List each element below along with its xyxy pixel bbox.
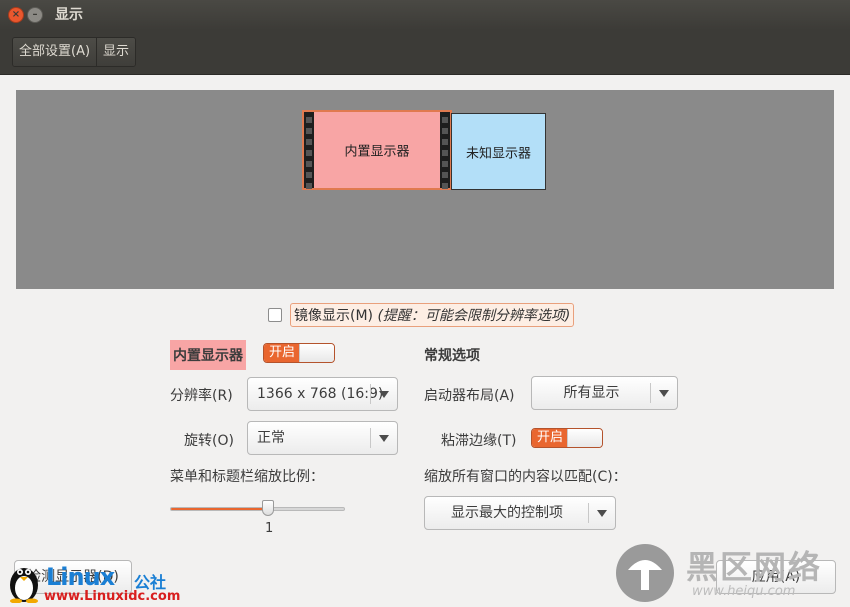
sticky-edges-toggle[interactable]: 开启	[531, 428, 603, 448]
penguin-icon	[10, 568, 38, 603]
builtin-display-toggle[interactable]: 开启	[263, 343, 335, 363]
minimize-icon: –	[32, 9, 38, 20]
minimize-button[interactable]: –	[27, 7, 43, 23]
toggle-knob	[299, 344, 334, 362]
rotation-value: 正常	[257, 430, 285, 446]
mirror-display-checkbox[interactable]	[268, 308, 282, 322]
rotation-dropdown[interactable]: 正常	[247, 421, 398, 455]
unknown-monitor-tile[interactable]: 未知显示器	[451, 113, 546, 190]
mirror-hint: (提醒：可能会限制分辨率选项)	[377, 308, 571, 324]
launcher-placement-value: 所有显示	[563, 385, 620, 401]
scale-all-windows-label: 缩放所有窗口的内容以匹配(C)：	[424, 469, 627, 485]
close-icon: ×	[11, 9, 21, 20]
scale-label: 菜单和标题栏缩放比例：	[170, 469, 324, 485]
builtin-monitor-tile[interactable]: 内置显示器	[302, 110, 452, 190]
builtin-monitor-label: 内置显示器	[344, 144, 410, 160]
resolution-label: 分辨率(R)	[170, 388, 233, 404]
breadcrumb: 全部设置(A) 显示	[12, 37, 137, 67]
rotation-label: 旋转(O)	[184, 433, 234, 449]
unknown-monitor-label: 未知显示器	[465, 146, 531, 161]
sticky-edges-label: 粘滞边缘(T)	[441, 433, 517, 449]
toolbar: 全部设置(A) 显示	[0, 30, 850, 75]
resolution-dropdown[interactable]: 1366 x 768 (16:9)	[247, 377, 398, 411]
mushroom-logo-icon	[616, 544, 674, 602]
builtin-section-title: 内置显示器	[170, 340, 246, 370]
all-settings-button[interactable]: 全部设置(A)	[13, 38, 97, 66]
toggle-knob	[567, 429, 602, 447]
scale-all-windows-dropdown[interactable]: 显示最大的控制项	[424, 496, 616, 530]
scale-all-windows-value: 显示最大的控制项	[451, 505, 563, 521]
launcher-placement-dropdown[interactable]: 所有显示	[531, 376, 678, 410]
watermark-title: Linux	[46, 563, 115, 591]
watermark-heiqu-url: www.heiqu.com	[692, 584, 796, 599]
linuxidc-watermark: Linux 公社 www.Linuxidc.com	[4, 557, 184, 607]
chevron-down-icon	[370, 428, 397, 448]
mirror-label-text: 镜像显示(M)	[294, 308, 374, 324]
window-title: 显示	[55, 7, 83, 23]
chevron-down-icon	[370, 384, 397, 404]
title-bar: × – 显示	[0, 0, 850, 30]
builtin-toggle-on-label: 开启	[264, 344, 300, 362]
heiqu-watermark: 黑区网络 www.heiqu.com	[612, 540, 850, 607]
launcher-placement-label: 启动器布局(A)	[424, 388, 515, 404]
chevron-down-icon	[588, 503, 615, 523]
watermark-url: www.Linuxidc.com	[44, 589, 181, 604]
scale-slider-track[interactable]	[170, 507, 345, 511]
breadcrumb-current[interactable]: 显示	[96, 38, 136, 66]
monitor-arrangement-canvas: 内置显示器 未知显示器	[16, 90, 834, 289]
chevron-down-icon	[650, 383, 677, 403]
resolution-value: 1366 x 768 (16:9)	[257, 386, 384, 402]
close-button[interactable]: ×	[8, 7, 24, 23]
watermark-heiqu-title: 黑区网络	[686, 548, 823, 586]
mirror-display-label[interactable]: 镜像显示(M) (提醒：可能会限制分辨率选项)	[290, 303, 575, 327]
general-section-title: 常规选项	[424, 348, 480, 364]
scale-value: 1	[265, 521, 274, 536]
scale-slider-handle[interactable]	[262, 500, 274, 516]
mirror-display-row: 镜像显示(M) (提醒：可能会限制分辨率选项)	[268, 303, 575, 327]
scale-slider-fill	[171, 508, 268, 510]
sticky-toggle-on-label: 开启	[532, 429, 568, 447]
